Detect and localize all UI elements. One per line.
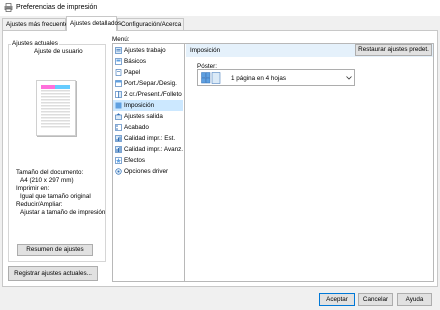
info-line: Reducir/Ampliar: (16, 201, 63, 208)
info-line: A4 (210 x 297 mm) (20, 177, 74, 184)
menu-item-imposition[interactable]: Imposición (113, 100, 183, 111)
menu-item-job-settings[interactable]: Ajustes trabajo (113, 45, 183, 56)
output-icon (115, 113, 122, 120)
menu-item-label: Opciones driver (124, 168, 169, 175)
menu-item-label: Port./Separ./Desig. (124, 80, 177, 87)
info-line: Ajustar a tamaño de impresión (20, 209, 106, 216)
quality-advanced-icon (115, 146, 122, 153)
menu-item-paper[interactable]: Papel (113, 67, 183, 78)
menu-item-label: Básicos (124, 58, 147, 65)
current-settings-group (8, 44, 106, 262)
menu-list[interactable]: Ajustes trabajo Básicos Papel Port./Sepa… (112, 43, 185, 282)
quality-standard-icon (115, 135, 122, 142)
driver-options-icon (115, 168, 122, 175)
menu-item-label: 2 cr./Present./Folleto (124, 91, 182, 98)
menu-item-label: Calidad impr.: Est. (124, 135, 176, 142)
menu-item-basic[interactable]: Básicos (113, 56, 183, 67)
paper-icon (115, 69, 122, 76)
menu-item-label: Ajustes salida (124, 113, 163, 120)
current-settings-title: Ajustes actuales (11, 40, 59, 47)
menu-item-label: Acabado (124, 124, 149, 131)
menu-item-label: Efectos (124, 157, 145, 164)
chevron-down-icon (346, 76, 352, 80)
accept-button[interactable]: Aceptar (319, 293, 355, 306)
duplex-icon (115, 91, 122, 98)
register-settings-button[interactable]: Registrar ajustes actuales... (8, 266, 98, 281)
job-settings-icon (115, 47, 122, 54)
tab-detailed-settings[interactable]: Ajustes detallados (66, 16, 121, 31)
title-bar: Preferencias de impresión (0, 0, 440, 16)
window-title: Preferencias de impresión (16, 4, 98, 11)
content-header-title: Imposición (190, 47, 221, 54)
info-line: Igual que tamaño original (20, 193, 91, 200)
effects-icon (115, 157, 122, 164)
info-line: Tamaño del documento: (16, 169, 84, 176)
basic-icon (115, 58, 122, 65)
menu-item-quality-standard[interactable]: Calidad impr.: Est. (113, 133, 183, 144)
restore-defaults-button[interactable]: Restaurar ajustes predet. (355, 44, 432, 56)
help-button[interactable]: Ayuda (397, 293, 432, 306)
poster-icon (201, 72, 221, 84)
menu-item-label: Calidad impr.: Avanz. (124, 146, 184, 153)
menu-item-label: Papel (124, 69, 141, 76)
menu-item-effects[interactable]: Efectos (113, 155, 183, 166)
menu-item-quality-advanced[interactable]: Calidad impr.: Avanz. (113, 144, 183, 155)
tab-strip: Ajustes más frecuentes Ajustes detallado… (0, 16, 440, 31)
cover-icon (115, 80, 122, 87)
poster-select-value: 1 página en 4 hojas (231, 75, 286, 82)
menu-item-output[interactable]: Ajustes salida (113, 111, 183, 122)
menu-item-cover[interactable]: Port./Separ./Desig. (113, 78, 183, 89)
page-thumbnail-icon (41, 85, 70, 128)
menu-item-duplex[interactable]: 2 cr./Present./Folleto (113, 89, 183, 100)
tab-frequent-settings[interactable]: Ajustes más frecuentes (2, 18, 71, 30)
document-preview (36, 80, 76, 136)
printer-icon (4, 3, 13, 12)
tab-configuration-about[interactable]: Configuración/Acerca de (117, 18, 184, 30)
menu-item-label: Imposición (124, 102, 155, 109)
summary-button[interactable]: Resumen de ajustes (17, 244, 93, 256)
info-line: Imprimir en: (16, 185, 50, 192)
current-settings-info: Tamaño del documento: A4 (210 x 297 mm) … (16, 169, 105, 217)
menu-item-label: Ajustes trabajo (124, 47, 166, 54)
imposition-icon (115, 102, 122, 109)
finishing-icon (115, 124, 122, 131)
menu-label: Menú: (112, 36, 130, 43)
menu-item-driver-options[interactable]: Opciones driver (113, 166, 183, 177)
preview-caption: Ajuste de usuario (34, 48, 83, 55)
poster-select[interactable]: 1 página en 4 hojas (197, 69, 355, 86)
cancel-button[interactable]: Cancelar (358, 293, 393, 306)
menu-item-finishing[interactable]: Acabado (113, 122, 183, 133)
